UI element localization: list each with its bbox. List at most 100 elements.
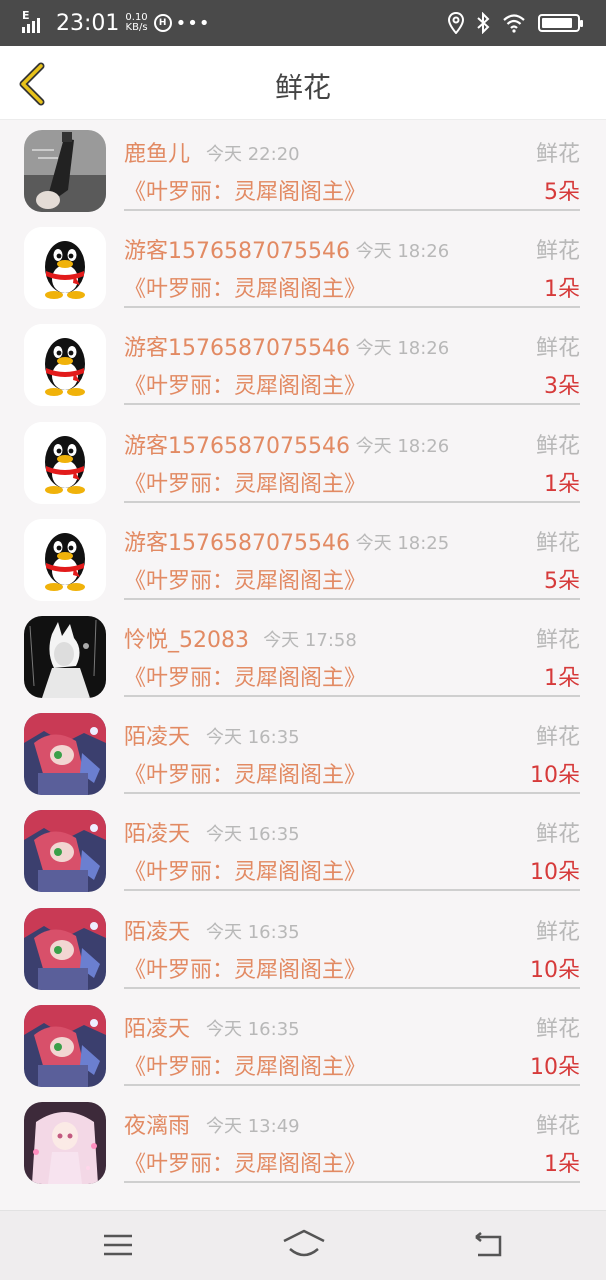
anime-character-icon — [24, 713, 106, 796]
avatar[interactable] — [24, 907, 106, 990]
work-title[interactable]: 《叶罗丽：灵犀阁阁主》 — [124, 466, 366, 498]
list-item[interactable]: 陌凌天 今天 16:35 鲜花 《叶罗丽：灵犀阁阁主》 10朵 — [0, 900, 606, 997]
gift-type: 鲜花 — [535, 627, 580, 653]
avatar[interactable] — [24, 130, 106, 212]
flower-count: 10朵 — [530, 763, 580, 789]
flower-record-list[interactable]: 鹿鱼儿 今天 22:20 鲜花 《叶罗丽：灵犀阁阁主》 5朵 游客1576587… — [0, 122, 606, 1208]
record-time: 今天 18:26 — [355, 435, 450, 457]
row-divider — [124, 209, 580, 211]
row-divider — [124, 597, 580, 600]
anime-character-icon — [24, 1004, 106, 1087]
record-time: 今天 17:58 — [263, 629, 357, 651]
user-name[interactable]: 怜悦_52083 — [124, 622, 249, 654]
network-speed: 0.10 KB/s — [125, 13, 147, 33]
user-name[interactable]: 鹿鱼儿 — [124, 136, 190, 168]
user-name[interactable]: 游客1576587075546 — [124, 428, 350, 460]
work-title[interactable]: 《叶罗丽：灵犀阁阁主》 — [124, 563, 366, 595]
gift-type: 鲜花 — [535, 1016, 580, 1042]
user-name[interactable]: 陌凌天 — [124, 816, 190, 848]
list-item[interactable]: 陌凌天 今天 16:35 鲜花 《叶罗丽：灵犀阁阁主》 10朵 — [0, 997, 606, 1094]
user-name[interactable]: 陌凌天 — [124, 914, 190, 946]
penguin-icon — [24, 227, 106, 310]
list-item[interactable]: 鹿鱼儿 今天 22:20 鲜花 《叶罗丽：灵犀阁阁主》 5朵 — [0, 122, 606, 219]
flower-count: 10朵 — [530, 1054, 580, 1080]
user-name[interactable]: 夜漓雨 — [124, 1108, 190, 1140]
avatar[interactable] — [24, 1101, 106, 1184]
list-item[interactable]: 陌凌天 今天 16:35 鲜花 《叶罗丽：灵犀阁阁主》 10朵 — [0, 802, 606, 899]
row-divider — [124, 889, 580, 892]
record-time: 今天 18:26 — [355, 241, 450, 263]
record-time: 今天 16:35 — [206, 824, 300, 846]
user-name[interactable]: 陌凌天 — [124, 1011, 190, 1043]
menu-icon — [104, 1234, 132, 1256]
flower-count: 1朵 — [544, 277, 580, 303]
avatar[interactable] — [24, 324, 106, 407]
page-title: 鲜花 — [274, 71, 331, 104]
row-divider — [124, 694, 580, 697]
user-name[interactable]: 游客1576587075546 — [124, 233, 350, 265]
list-item[interactable]: 游客1576587075546 今天 18:26 鲜花 《叶罗丽：灵犀阁阁主》 … — [0, 316, 606, 413]
home-button[interactable] — [282, 1227, 325, 1263]
avatar[interactable] — [24, 810, 106, 893]
avatar[interactable] — [24, 518, 106, 601]
gift-type: 鲜花 — [535, 239, 580, 265]
more-notifications-icon: ••• — [175, 12, 211, 34]
penguin-icon — [24, 421, 106, 504]
flower-count: 1朵 — [544, 665, 580, 691]
avatar-photo-icon — [24, 130, 106, 212]
back-arrow-icon — [475, 1232, 502, 1257]
row-divider — [124, 500, 580, 503]
gift-type: 鲜花 — [535, 725, 580, 751]
anime-monochrome-icon — [24, 615, 106, 698]
avatar[interactable] — [24, 615, 106, 698]
record-time: 今天 18:26 — [355, 338, 450, 360]
avatar[interactable] — [24, 1004, 106, 1087]
record-time: 今天 16:35 — [206, 921, 300, 943]
network-type: E — [22, 9, 30, 22]
work-title[interactable]: 《叶罗丽：灵犀阁阁主》 — [124, 271, 366, 303]
work-title[interactable]: 《叶罗丽：灵犀阁阁主》 — [124, 368, 366, 400]
record-time: 今天 13:49 — [206, 1115, 300, 1137]
anime-girl-icon — [24, 1101, 106, 1184]
gift-type: 鲜花 — [535, 530, 580, 556]
flower-count: 1朵 — [544, 1151, 580, 1177]
work-title[interactable]: 《叶罗丽：灵犀阁阁主》 — [124, 1146, 366, 1178]
user-name[interactable]: 游客1576587075546 — [124, 330, 350, 362]
location-icon — [448, 12, 464, 34]
gift-type: 鲜花 — [535, 433, 580, 459]
row-divider — [124, 792, 580, 795]
list-item[interactable]: 游客1576587075546 今天 18:25 鲜花 《叶罗丽：灵犀阁阁主》 … — [0, 511, 606, 608]
flower-count: 10朵 — [530, 860, 580, 886]
list-item[interactable]: 怜悦_52083 今天 17:58 鲜花 《叶罗丽：灵犀阁阁主》 1朵 — [0, 608, 606, 705]
user-name[interactable]: 陌凌天 — [124, 719, 190, 751]
work-title[interactable]: 《叶罗丽：灵犀阁阁主》 — [124, 757, 366, 789]
flower-count: 3朵 — [544, 374, 580, 400]
record-time: 今天 16:35 — [206, 727, 300, 749]
back-nav-button[interactable] — [468, 1227, 508, 1263]
flower-count: 10朵 — [530, 957, 580, 983]
work-title[interactable]: 《叶罗丽：灵犀阁阁主》 — [124, 952, 366, 984]
flower-count: 1朵 — [544, 471, 580, 497]
wifi-icon — [503, 14, 525, 33]
list-item[interactable]: 陌凌天 今天 16:35 鲜花 《叶罗丽：灵犀阁阁主》 10朵 — [0, 705, 606, 802]
flower-count: 5朵 — [544, 180, 580, 205]
avatar[interactable] — [24, 421, 106, 504]
work-title[interactable]: 《叶罗丽：灵犀阁阁主》 — [124, 660, 366, 692]
avatar[interactable] — [24, 227, 106, 310]
user-name[interactable]: 游客1576587075546 — [124, 525, 350, 557]
record-time: 今天 16:35 — [206, 1018, 300, 1040]
list-item[interactable]: 夜漓雨 今天 13:49 鲜花 《叶罗丽：灵犀阁阁主》 1朵 — [0, 1094, 606, 1191]
list-item[interactable]: 游客1576587075546 今天 18:26 鲜花 《叶罗丽：灵犀阁阁主》 … — [0, 219, 606, 316]
record-time: 今天 18:25 — [355, 532, 450, 554]
work-title[interactable]: 《叶罗丽：灵犀阁阁主》 — [124, 1049, 366, 1081]
work-title[interactable]: 《叶罗丽：灵犀阁阁主》 — [124, 854, 366, 886]
bluetooth-icon — [477, 12, 490, 34]
penguin-icon — [24, 518, 106, 601]
row-divider — [124, 403, 580, 406]
signal-icon: E — [22, 9, 50, 35]
menu-button[interactable] — [98, 1227, 138, 1263]
list-item[interactable]: 游客1576587075546 今天 18:26 鲜花 《叶罗丽：灵犀阁阁主》 … — [0, 414, 606, 511]
avatar[interactable] — [24, 713, 106, 796]
hd-icon: H — [153, 14, 172, 32]
work-title[interactable]: 《叶罗丽：灵犀阁阁主》 — [124, 174, 366, 206]
